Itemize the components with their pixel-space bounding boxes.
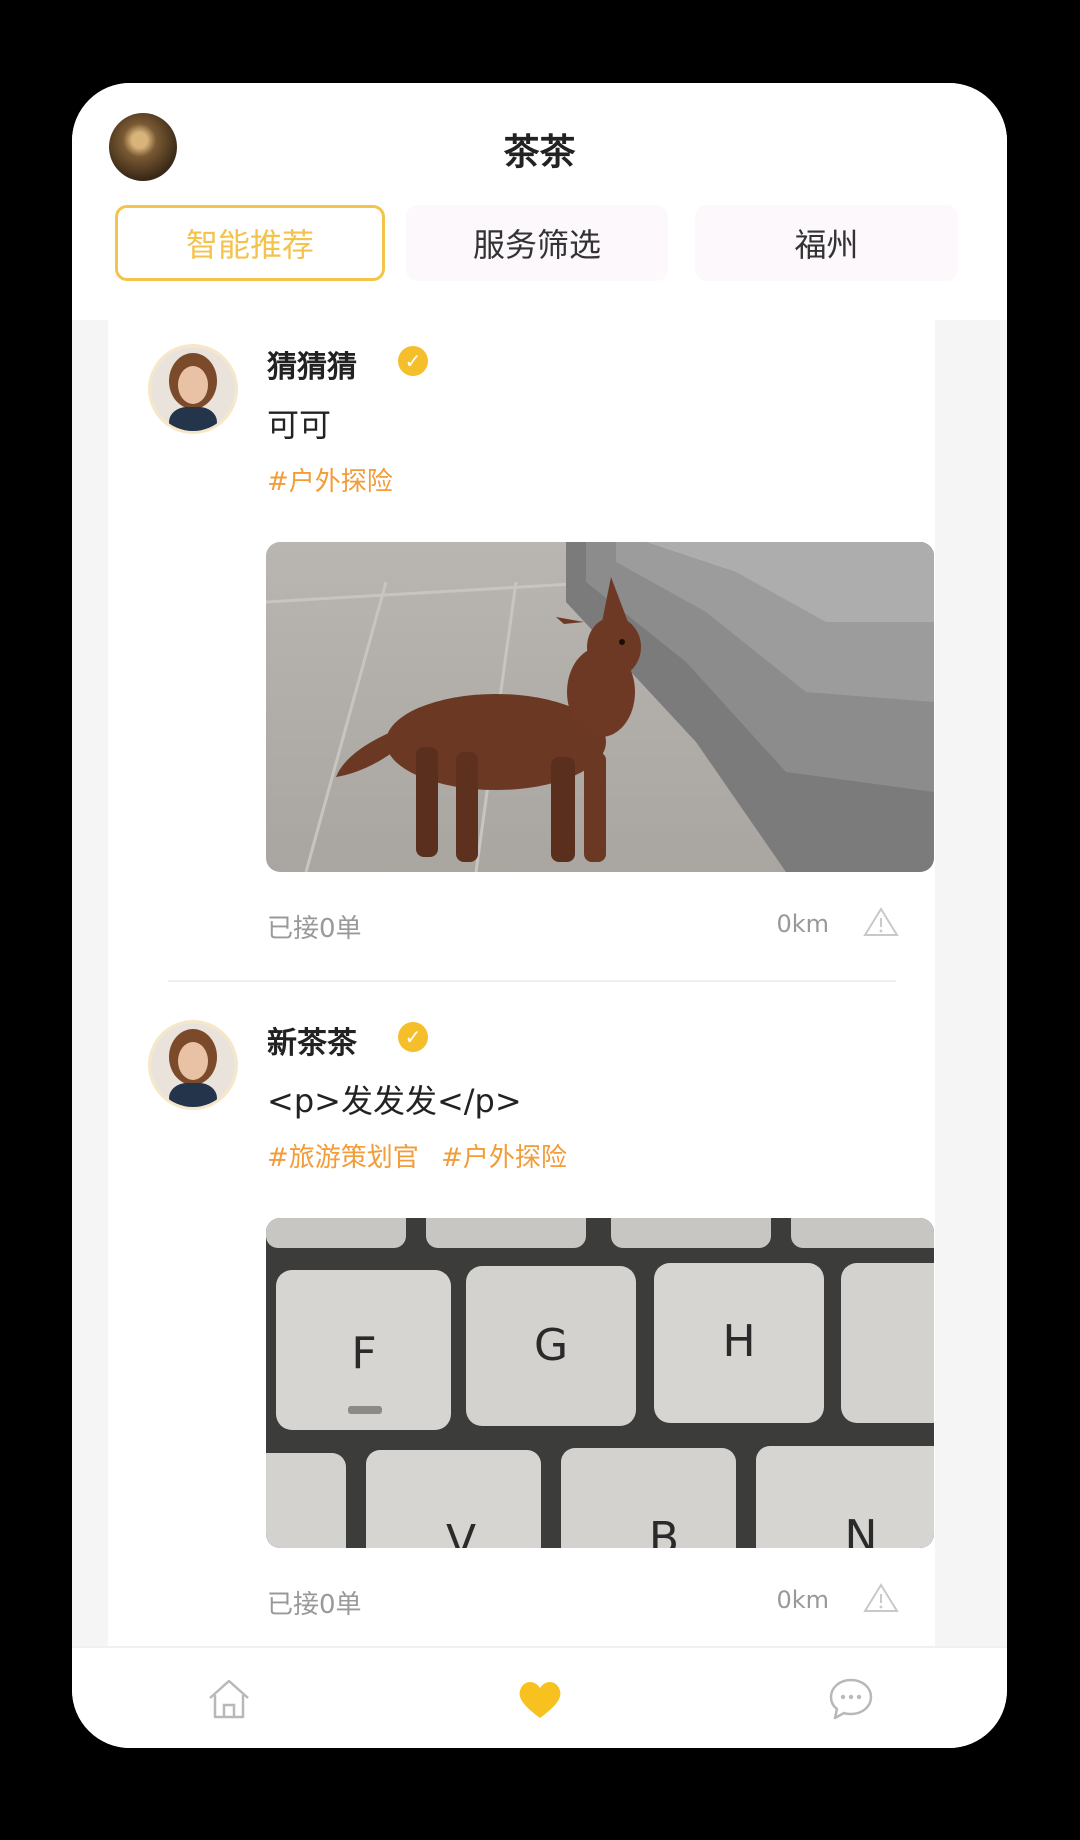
post-text: 可可 [267, 406, 332, 444]
tag-link[interactable]: #户外探险 [267, 467, 393, 497]
warning-icon[interactable] [863, 906, 899, 938]
post-image-keyboard[interactable]: F G H V B N [266, 1218, 934, 1548]
author-avatar[interactable] [151, 347, 235, 431]
key-label: N [845, 1511, 878, 1548]
tab-service-filter[interactable]: 服务筛选 [406, 205, 668, 281]
bottom-tab-bar [72, 1646, 1007, 1748]
orders-count: 已接0单 [267, 914, 362, 944]
tag-link[interactable]: #旅游策划官 [267, 1143, 419, 1173]
heart-icon[interactable] [515, 1674, 565, 1724]
tag-link[interactable]: #户外探险 [441, 1143, 567, 1173]
divider [168, 980, 896, 982]
post-text: <p>发发发</p> [267, 1082, 522, 1120]
key-label: F [351, 1328, 376, 1379]
verified-badge-icon: ✓ [398, 1022, 428, 1052]
feed[interactable]: 猜猜猜 ✓ 可可 #户外探险 已接0单 0km 新茶茶 ✓ <p>发发发</p>… [72, 320, 1007, 1648]
key-label: B [649, 1513, 679, 1548]
author-name[interactable]: 猜猜猜 [267, 342, 357, 386]
filter-tabs: 智能推荐 服务筛选 福州 [115, 205, 965, 281]
warning-icon[interactable] [863, 1582, 899, 1614]
distance-label: 0km [776, 910, 829, 938]
post-tags: #旅游策划官 #户外探险 [267, 1137, 581, 1174]
orders-count: 已接0单 [267, 1590, 362, 1620]
page-title: 茶茶 [503, 132, 576, 173]
home-icon[interactable] [204, 1674, 254, 1724]
post-image-dog[interactable] [266, 542, 934, 872]
author-avatar[interactable] [151, 1023, 235, 1107]
key-label: G [534, 1320, 568, 1371]
verified-badge-icon: ✓ [398, 346, 428, 376]
header: 茶茶 智能推荐 服务筛选 福州 [72, 83, 1007, 323]
distance-label: 0km [776, 1586, 829, 1614]
author-name[interactable]: 新茶茶 [267, 1018, 357, 1062]
chat-icon[interactable] [826, 1674, 876, 1724]
post-tags: #户外探险 [267, 461, 407, 498]
tab-city-fuzhou[interactable]: 福州 [695, 205, 958, 281]
key-label: V [446, 1516, 476, 1548]
app-screen: 茶茶 智能推荐 服务筛选 福州 猜猜猜 ✓ 可可 #户外探险 已接0单 0km … [72, 83, 1007, 1748]
key-label: H [722, 1316, 755, 1367]
feed-card: 猜猜猜 ✓ 可可 #户外探险 已接0单 0km 新茶茶 ✓ <p>发发发</p>… [108, 320, 935, 1648]
tab-smart-recommend[interactable]: 智能推荐 [115, 205, 385, 281]
